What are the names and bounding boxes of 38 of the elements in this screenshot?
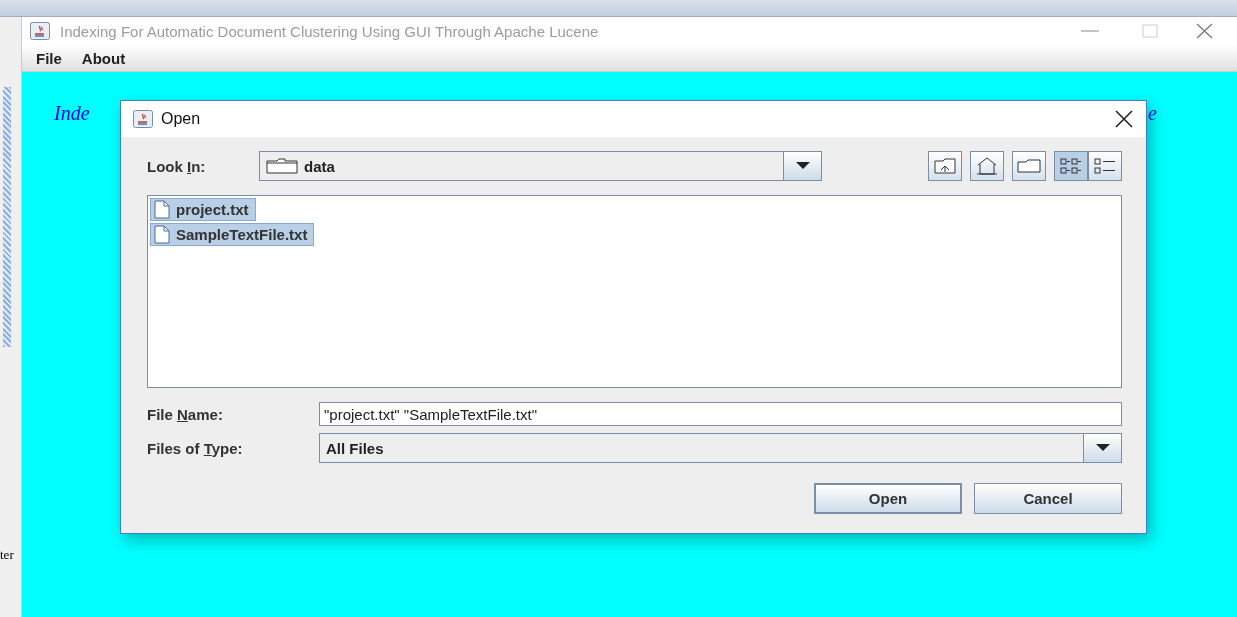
heading-fragment: e [1148, 102, 1157, 126]
up-folder-icon [934, 158, 956, 174]
up-folder-button[interactable] [928, 151, 962, 181]
folder-icon [266, 158, 298, 174]
file-name-label: File Name: [147, 405, 224, 423]
menu-item[interactable]: About [81, 49, 126, 67]
file-list-entry[interactable]: SampleTextFile.txt [150, 223, 315, 246]
cancel-button[interactable]: Cancel [974, 483, 1122, 514]
heading-fragment: Inde [54, 102, 90, 126]
file-type-combo[interactable]: All Files [319, 433, 1122, 463]
home-button[interactable] [970, 151, 1004, 181]
dropdown-button[interactable] [1083, 434, 1121, 462]
details-view-icon [1094, 158, 1116, 174]
home-icon [976, 157, 998, 175]
menu-item[interactable]: File [36, 49, 62, 67]
open-button[interactable]: Open [814, 483, 962, 514]
close-icon[interactable] [1114, 110, 1134, 128]
file-type-value: All Files [325, 439, 385, 457]
caret-icon [795, 162, 810, 170]
dropdown-button[interactable] [783, 152, 821, 180]
file-type-label: Files of Type: [147, 439, 244, 457]
folder-name: data [304, 157, 335, 175]
list-view-icon [1060, 158, 1082, 174]
file-icon [154, 225, 170, 244]
side-text: ter [0, 547, 15, 563]
look-in-combo[interactable]: data [259, 151, 822, 181]
window-title: Indexing For Automatic Document Clustering Using GUI Through Apache Lucene [60, 22, 600, 40]
look-in-label: Look In: [147, 157, 207, 175]
file-name-field[interactable]: "project.txt" "SampleTextFile.txt" [319, 402, 1122, 426]
scrollbar[interactable] [3, 87, 11, 347]
folder-icon [1017, 159, 1041, 173]
dialog-title: Open [161, 110, 202, 128]
caret-icon [1095, 444, 1110, 452]
file-list-entry[interactable]: project.txt [150, 198, 256, 221]
view-toggle[interactable] [1088, 151, 1122, 181]
view-toggle[interactable] [1054, 151, 1088, 181]
new-folder-button[interactable] [1012, 151, 1046, 181]
file-icon [154, 200, 170, 219]
